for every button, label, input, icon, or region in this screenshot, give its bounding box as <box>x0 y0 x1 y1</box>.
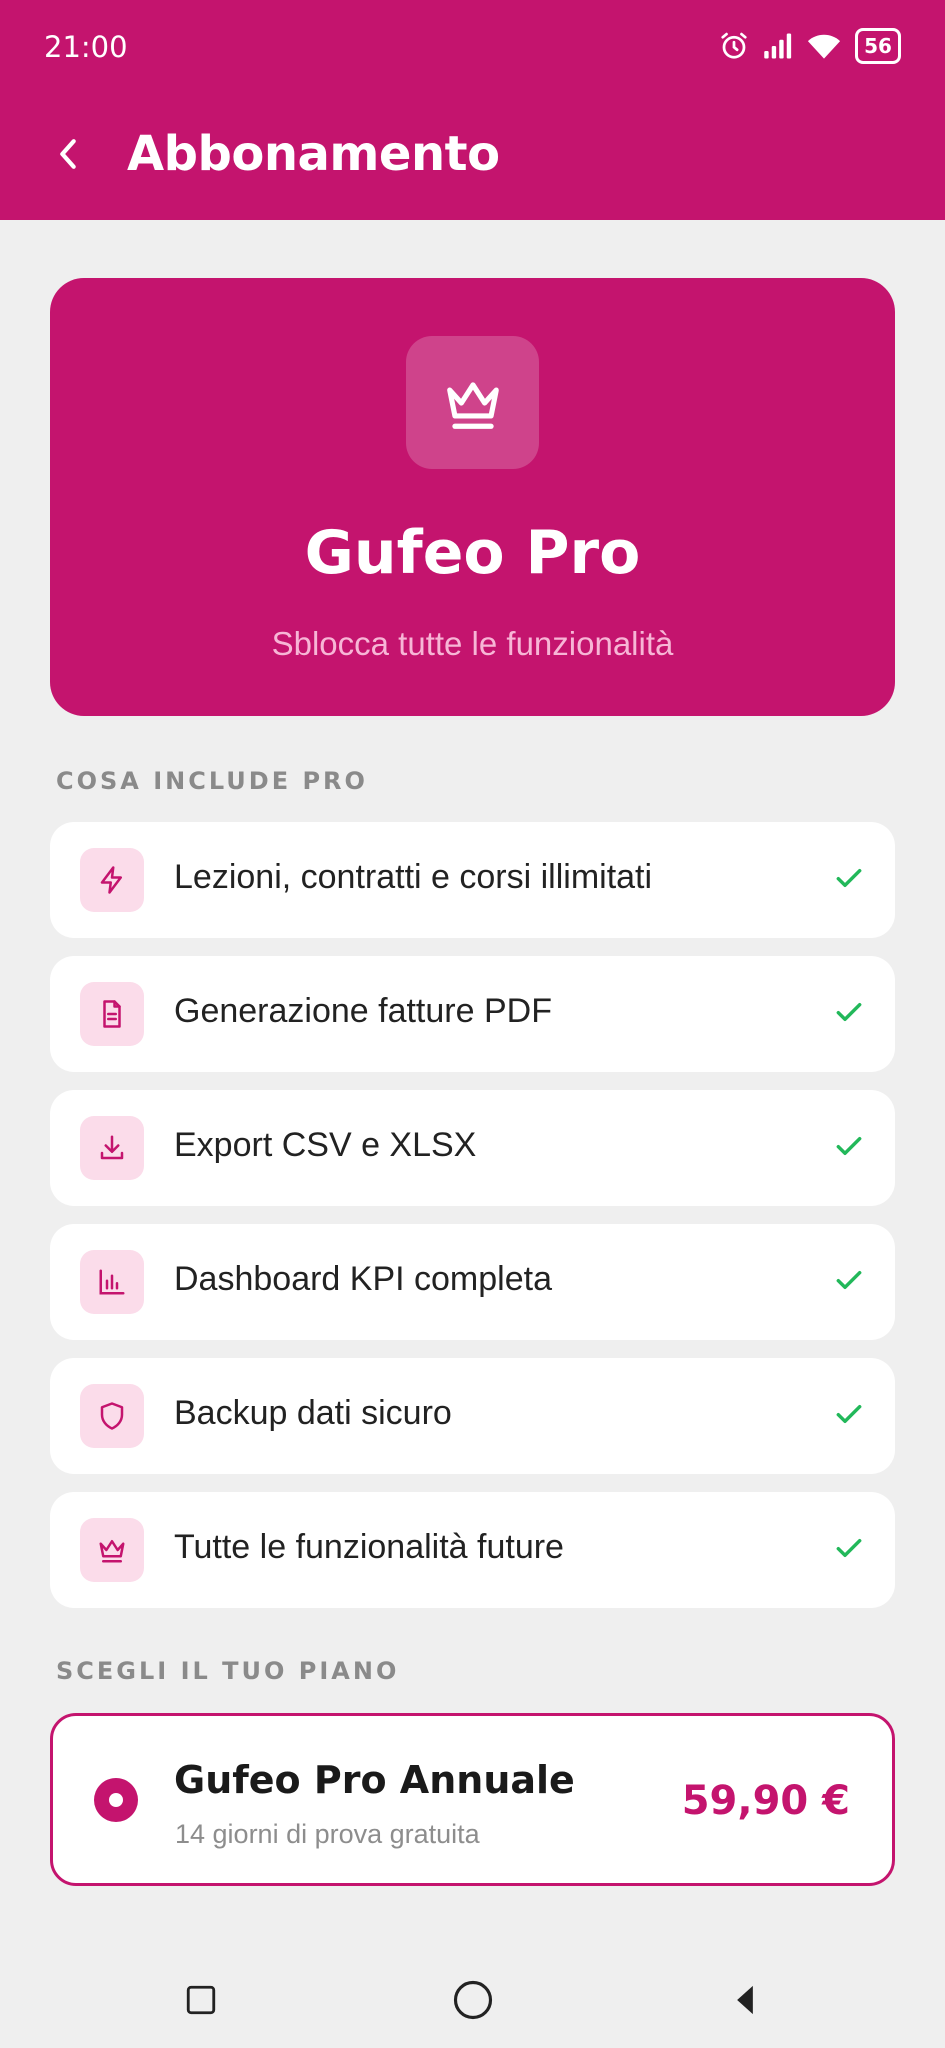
lightning-icon <box>80 848 144 912</box>
radio-selected-dot <box>109 1793 123 1807</box>
feature-item: Export CSV e XLSX <box>50 1090 895 1206</box>
plan-trial-note: 14 giorni di prova gratuita <box>175 1819 480 1849</box>
back-button[interactable] <box>46 132 90 176</box>
status-icons: 56 <box>719 26 901 66</box>
system-nav-bar <box>0 1940 945 2048</box>
hero-icon-tile <box>406 336 539 469</box>
feature-label: Backup dati sicuro <box>174 1394 452 1432</box>
feature-item: Backup dati sicuro <box>50 1358 895 1474</box>
feature-label: Export CSV e XLSX <box>174 1126 477 1164</box>
feature-item: Tutte le funzionalità future <box>50 1492 895 1608</box>
bar-chart-icon <box>80 1250 144 1314</box>
check-icon <box>836 1270 862 1290</box>
chevron-left-icon <box>60 139 76 169</box>
plan-price: 59,90 € <box>681 1778 850 1824</box>
signal-icon <box>764 33 792 59</box>
battery-icon: 56 <box>855 28 901 64</box>
crown-icon <box>80 1518 144 1582</box>
plan-radio-button[interactable] <box>94 1778 138 1822</box>
feature-label: Lezioni, contratti e corsi illimitati <box>174 858 653 896</box>
hero-title: Gufeo Pro <box>304 518 641 588</box>
check-icon <box>836 868 862 888</box>
battery-level: 56 <box>864 34 892 58</box>
features-section-label: COSA INCLUDE PRO <box>56 767 368 795</box>
shield-icon <box>80 1384 144 1448</box>
status-time: 21:00 <box>44 30 128 64</box>
plan-section-label: SCEGLI IL TUO PIANO <box>56 1657 400 1685</box>
app-bar: Abbonamento <box>0 96 945 220</box>
check-icon <box>836 1538 862 1558</box>
home-button[interactable] <box>443 1970 503 2030</box>
hero-subtitle: Sblocca tutte le funzionalità <box>271 625 674 662</box>
feature-label: Dashboard KPI completa <box>174 1260 552 1298</box>
triangle-back-icon <box>737 1985 753 2015</box>
back-nav-button[interactable] <box>715 1970 775 2030</box>
features-list: Lezioni, contratti e corsi illimitati Ge… <box>50 822 895 1626</box>
wifi-icon <box>807 34 841 59</box>
download-icon <box>80 1116 144 1180</box>
check-icon <box>836 1404 862 1424</box>
feature-item: Generazione fatture PDF <box>50 956 895 1072</box>
feature-item: Dashboard KPI completa <box>50 1224 895 1340</box>
status-bar: 21:00 56 <box>0 0 945 96</box>
alarm-icon <box>721 32 747 59</box>
check-icon <box>836 1136 862 1156</box>
pro-hero-card: Gufeo Pro Sblocca tutte le funzionalità <box>50 278 895 716</box>
document-icon <box>80 982 144 1046</box>
feature-label: Tutte le funzionalità future <box>174 1528 564 1566</box>
check-icon <box>836 1002 862 1022</box>
square-icon <box>186 1985 216 2015</box>
feature-item: Lezioni, contratti e corsi illimitati <box>50 822 895 938</box>
plan-option-annual[interactable]: Gufeo Pro Annuale 14 giorni di prova gra… <box>50 1713 895 1886</box>
page-title: Abbonamento <box>127 126 500 182</box>
crown-icon <box>446 381 499 429</box>
plan-name: Gufeo Pro Annuale <box>174 1758 575 1802</box>
circle-icon <box>453 1980 493 2020</box>
feature-label: Generazione fatture PDF <box>174 992 552 1030</box>
recents-button[interactable] <box>171 1970 231 2030</box>
